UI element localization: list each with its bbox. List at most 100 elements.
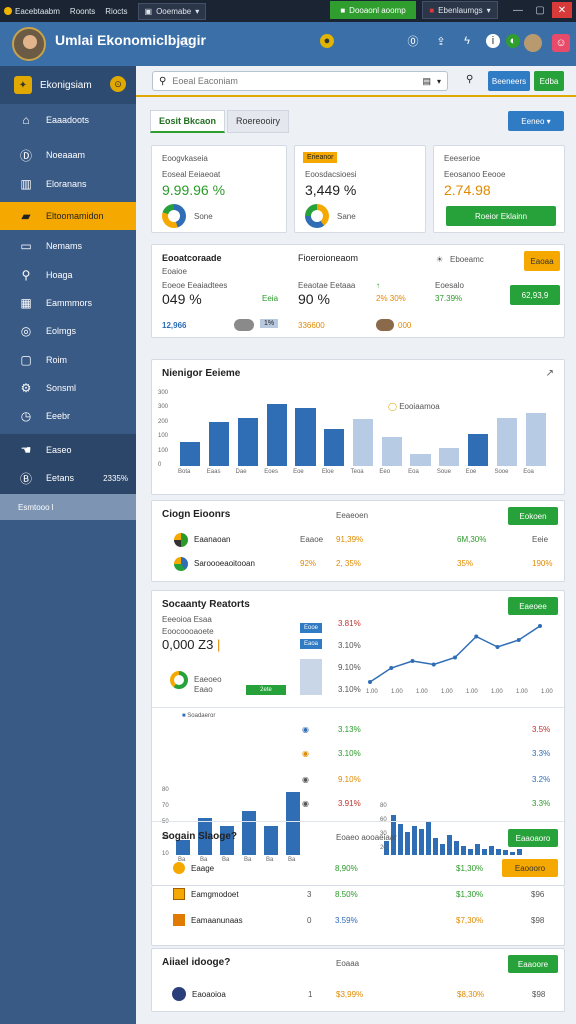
user-avatar-small[interactable] xyxy=(524,34,542,52)
chart-bar[interactable] xyxy=(468,433,489,466)
toggle-icon[interactable] xyxy=(234,319,254,331)
sidebar-item-8[interactable]: ◎ Eolmgs xyxy=(0,317,136,345)
sidebar-item-1[interactable]: ⌂ Eaaadoots xyxy=(0,106,136,134)
sidebar-item-6[interactable]: ⚲ Hoaga xyxy=(0,261,136,289)
mini-bar[interactable] xyxy=(503,850,508,855)
table-row[interactable]: Eaoaoioa 1 $3,99% $8,30% $98 xyxy=(152,987,566,1003)
notification-icon[interactable]: ● xyxy=(320,34,334,48)
sidebar-footer[interactable]: Esmtooo l xyxy=(0,494,136,520)
lower-bar[interactable] xyxy=(242,811,256,855)
lower-bar[interactable] xyxy=(176,840,190,855)
calendar-icon[interactable]: ▤ xyxy=(422,76,431,87)
y-tick-label: 10 xyxy=(162,851,169,857)
table-row[interactable]: Saroooeaoitooan 92% 2, 35% 35% 190% xyxy=(152,557,566,575)
chart-bar[interactable] xyxy=(410,454,431,466)
topbar-item-2[interactable]: Roonts xyxy=(70,7,95,16)
signal-button[interactable]: Eaaoaoro xyxy=(508,829,558,847)
bottom-button[interactable]: Eaaoore xyxy=(508,955,558,973)
settings-icon[interactable]: ⓪ xyxy=(406,34,420,48)
mini-bar[interactable] xyxy=(489,846,494,855)
mini-bar[interactable] xyxy=(440,843,445,855)
sidebar-item-9[interactable]: ▢ Roim xyxy=(0,346,136,374)
bar-chart: 300 300 200 100 100 0 Bota Eaas Dae Eoes Eoe Eloe Te… xyxy=(152,360,566,496)
topbar-tab-2[interactable]: ■ Ebenlaumgs ▾ xyxy=(422,1,498,19)
chart-bar[interactable] xyxy=(381,437,402,466)
chart-bar[interactable] xyxy=(352,419,374,466)
sidebar-item-13[interactable]: Ⓑ Eetans 2335% xyxy=(0,464,136,492)
chevron-down-icon[interactable]: ▾ xyxy=(437,77,441,86)
sidebar-item-5[interactable]: ▭ Nemams xyxy=(0,232,136,260)
toggle-icon-2[interactable] xyxy=(376,319,394,331)
lower-bar[interactable] xyxy=(264,825,278,855)
tab-2[interactable]: Roereooiry xyxy=(227,110,290,133)
x-tick-label: Dae xyxy=(235,469,247,475)
info-circle-icon[interactable]: i xyxy=(486,34,500,48)
sidebar-item-10[interactable]: ⚙ Sonsml xyxy=(0,374,136,402)
mini-bar[interactable] xyxy=(475,843,480,855)
mini-bar[interactable] xyxy=(510,852,515,855)
blue-button[interactable]: Beeneers xyxy=(488,71,530,91)
info-icon[interactable]: ⓘ xyxy=(178,34,192,49)
chart-bar[interactable] xyxy=(439,448,460,466)
chart-bar[interactable] xyxy=(496,418,517,466)
summary-green-button[interactable]: 62,93,9 xyxy=(510,285,560,305)
chart-bar[interactable] xyxy=(180,442,201,466)
chart-bar[interactable] xyxy=(209,421,230,466)
profile-icon[interactable]: ☺ xyxy=(552,34,570,52)
sidebar-item-12[interactable]: ☚ Easeo xyxy=(0,436,136,464)
chart-bar[interactable] xyxy=(324,428,345,466)
green-button[interactable]: Edba xyxy=(534,71,564,91)
chart-bar[interactable] xyxy=(525,413,546,466)
summary-sub-2: Eeaotae Eetaaa xyxy=(298,281,356,290)
mini-bar[interactable] xyxy=(482,849,487,855)
search-input[interactable] xyxy=(172,76,417,86)
mini-bar[interactable] xyxy=(405,832,410,855)
status-icon[interactable]: ◐ xyxy=(506,34,520,48)
mini-bar[interactable] xyxy=(426,820,431,855)
dropdown-button[interactable]: Eeneo ▾ xyxy=(508,111,564,131)
tab-1[interactable]: Eosit Bkcaon xyxy=(150,110,226,133)
search-button[interactable]: ⚲ xyxy=(466,74,473,85)
mini-bar[interactable] xyxy=(454,840,459,855)
mini-bar[interactable] xyxy=(412,826,417,855)
avatar[interactable] xyxy=(12,27,46,61)
mini-bar[interactable] xyxy=(517,849,522,855)
mini-bar[interactable] xyxy=(468,849,473,855)
close-button[interactable]: ✕ xyxy=(552,2,572,18)
clear-button[interactable]: Eokoen xyxy=(508,507,558,525)
table-row[interactable]: Eaage 8,90% $1,30% xyxy=(151,862,565,878)
mini-bar[interactable] xyxy=(496,849,501,855)
table-row[interactable]: Eaanaoan Eaaoe 91,39% 6M,30% Eeie xyxy=(152,533,566,551)
kpi-action-button[interactable]: Roeior Eklainn xyxy=(446,206,556,226)
mini-bar[interactable] xyxy=(447,835,452,855)
y-tick-label: 300 xyxy=(158,390,169,396)
topbar-tab-1[interactable]: ▣ Ooemabe ▾ xyxy=(137,2,207,20)
sidebar-item-3[interactable]: ▥ Eloranans xyxy=(0,170,136,198)
lightning-icon[interactable]: ϟ xyxy=(460,34,474,48)
kpi-value: 2.74.98 xyxy=(444,182,491,198)
maximize-button[interactable]: ▢ xyxy=(530,2,550,18)
mini-bar[interactable] xyxy=(398,823,403,855)
search-bar[interactable]: ⚲ ▤ ▾ xyxy=(152,71,448,91)
table-row[interactable]: Eamgmodoet 3 8.50% $1,30% $96 xyxy=(151,888,565,904)
mini-bar[interactable] xyxy=(419,829,424,855)
topbar-item-3[interactable]: Riocts xyxy=(105,7,127,16)
sidebar-item-2[interactable]: Ⓓ Noeaaam xyxy=(0,141,136,169)
sidebar-badge-icon[interactable]: ⊙ xyxy=(110,76,126,92)
sidebar-item-4[interactable]: ▰ Eltoomamidon xyxy=(0,202,136,230)
topbar-green-tab[interactable]: ■ Dooaonl aoomp xyxy=(330,1,416,19)
mini-bar[interactable] xyxy=(461,846,466,855)
sidebar-item-11[interactable]: ◷ Eeebr xyxy=(0,402,136,430)
lower-bar[interactable] xyxy=(286,791,300,855)
topbar-item-1[interactable]: Eacebtaabm xyxy=(4,7,60,16)
chart-bar[interactable] xyxy=(295,408,316,466)
summary-orange-button[interactable]: Eaoaa xyxy=(524,251,560,271)
minimize-button[interactable]: — xyxy=(508,2,528,18)
table-row[interactable]: Eamaanunaas 0 3.59% $7,30% $98 xyxy=(151,914,565,930)
clear-col: Eeaeoen xyxy=(336,511,369,520)
chart-bar[interactable] xyxy=(266,403,287,466)
chart-bar[interactable] xyxy=(237,418,258,466)
mini-bar[interactable] xyxy=(433,837,438,855)
upload-icon[interactable]: ⇪ xyxy=(434,34,448,48)
sidebar-item-7[interactable]: ▦ Eammmors xyxy=(0,289,136,317)
